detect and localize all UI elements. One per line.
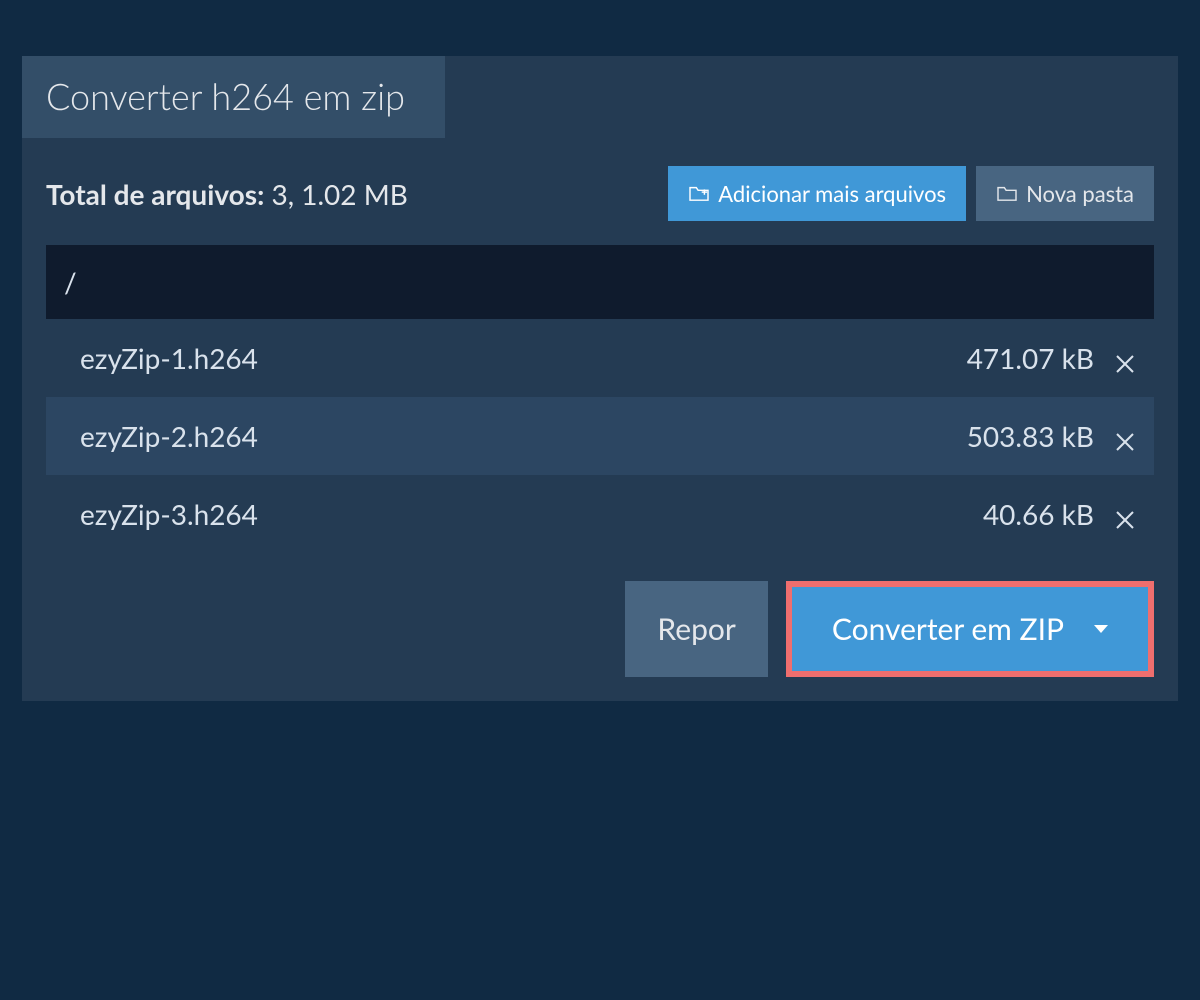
tab-converter[interactable]: Converter h264 em zip (22, 56, 445, 138)
tab-title: Converter h264 em zip (46, 74, 405, 118)
convert-label: Converter em ZIP (832, 611, 1064, 647)
convert-button-highlight: Converter em ZIP (786, 581, 1154, 677)
file-name: ezyZip-2.h264 (80, 419, 967, 453)
new-folder-label: Nova pasta (1026, 180, 1134, 207)
file-row[interactable]: ezyZip-1.h264 471.07 kB (46, 319, 1154, 397)
remove-file-icon[interactable] (1114, 425, 1136, 447)
total-files-label: Total de arquivos: 3, 1.02 MB (46, 177, 408, 211)
header-row: Total de arquivos: 3, 1.02 MB Adicionar … (46, 166, 1154, 221)
converter-panel: Converter h264 em zip Total de arquivos:… (22, 56, 1178, 701)
reset-button[interactable]: Repor (625, 581, 767, 677)
file-row[interactable]: ezyZip-3.h264 40.66 kB (46, 475, 1154, 553)
file-table: / ezyZip-1.h264 471.07 kB ezyZip-2.h264 … (46, 245, 1154, 553)
header-buttons: Adicionar mais arquivos Nova pasta (668, 166, 1154, 221)
folder-plus-icon (688, 180, 710, 207)
tab-bar: Converter h264 em zip (22, 56, 1178, 138)
remove-file-icon[interactable] (1114, 503, 1136, 525)
reset-label: Repor (657, 611, 735, 647)
file-size: 471.07 kB (967, 341, 1094, 375)
remove-file-icon[interactable] (1114, 347, 1136, 369)
file-name: ezyZip-3.h264 (80, 497, 983, 531)
chevron-down-icon (1094, 625, 1108, 633)
total-files-caption: Total de arquivos: (46, 177, 264, 211)
add-more-files-label: Adicionar mais arquivos (718, 180, 946, 207)
file-size: 40.66 kB (983, 497, 1094, 531)
convert-to-zip-button[interactable]: Converter em ZIP (792, 587, 1148, 671)
panel-content: Total de arquivos: 3, 1.02 MB Adicionar … (22, 138, 1178, 701)
folder-icon (996, 180, 1018, 207)
new-folder-button[interactable]: Nova pasta (976, 166, 1154, 221)
add-more-files-button[interactable]: Adicionar mais arquivos (668, 166, 966, 221)
footer-row: Repor Converter em ZIP (46, 581, 1154, 677)
file-row[interactable]: ezyZip-2.h264 503.83 kB (46, 397, 1154, 475)
current-path: / (64, 265, 77, 299)
total-files-value: 3, 1.02 MB (264, 177, 408, 211)
file-size: 503.83 kB (967, 419, 1094, 453)
path-row[interactable]: / (46, 245, 1154, 319)
file-name: ezyZip-1.h264 (80, 341, 967, 375)
